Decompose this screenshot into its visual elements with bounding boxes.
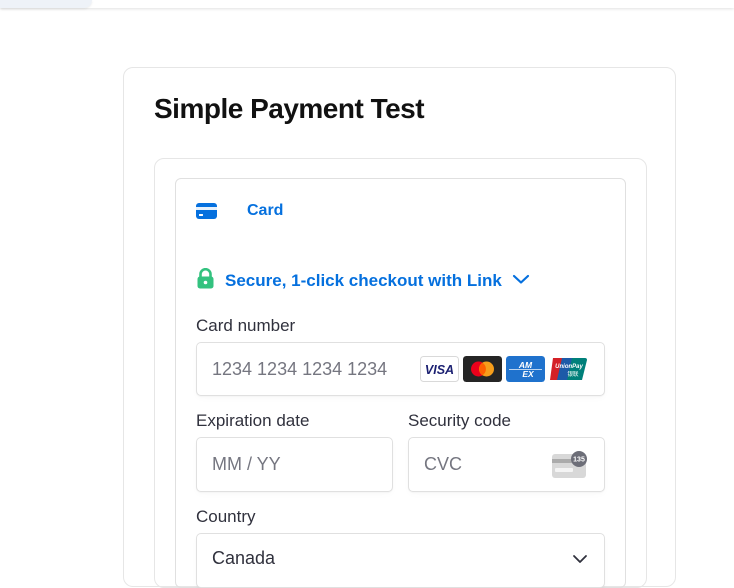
unionpay-icon: UnionPay 银联 — [549, 356, 588, 382]
svg-text:VISA: VISA — [425, 363, 454, 377]
cvc-icon-number: 135 — [573, 457, 585, 464]
link-checkout-button[interactable]: Secure, 1-click checkout with Link — [196, 267, 530, 294]
svg-text:EX: EX — [522, 369, 535, 379]
security-code-field[interactable]: 135 — [408, 437, 605, 492]
country-select[interactable]: Canada — [196, 533, 605, 588]
svg-text:银联: 银联 — [567, 370, 579, 378]
link-checkout-label: Secure, 1-click checkout with Link — [225, 271, 502, 290]
cvc-input[interactable] — [424, 438, 544, 491]
country-label: Country — [196, 507, 256, 526]
card-number-input[interactable] — [212, 343, 422, 395]
top-bar — [0, 0, 734, 8]
chevron-down-icon — [573, 555, 587, 563]
cvc-card-icon: 135 — [552, 451, 587, 478]
svg-text:UnionPay: UnionPay — [555, 364, 583, 370]
expiration-input[interactable] — [212, 438, 382, 491]
card-brands: VISA AM EX UnionPay 银联 — [420, 356, 588, 382]
top-tab[interactable] — [0, 0, 92, 8]
mastercard-icon — [463, 356, 502, 382]
card-number-label: Card number — [196, 316, 296, 335]
expiration-label: Expiration date — [196, 411, 310, 430]
expiration-field[interactable] — [196, 437, 393, 492]
security-code-label: Security code — [408, 411, 511, 430]
card-icon — [196, 203, 217, 219]
chevron-down-icon — [512, 272, 530, 290]
page-title: Simple Payment Test — [154, 93, 425, 124]
lock-icon — [196, 267, 215, 294]
amex-icon: AM EX — [506, 356, 545, 382]
tab-card[interactable]: Card — [196, 198, 283, 224]
tab-card-label: Card — [247, 202, 284, 219]
card-number-field[interactable]: VISA AM EX UnionPay 银联 — [196, 342, 605, 396]
visa-icon: VISA — [420, 356, 459, 382]
